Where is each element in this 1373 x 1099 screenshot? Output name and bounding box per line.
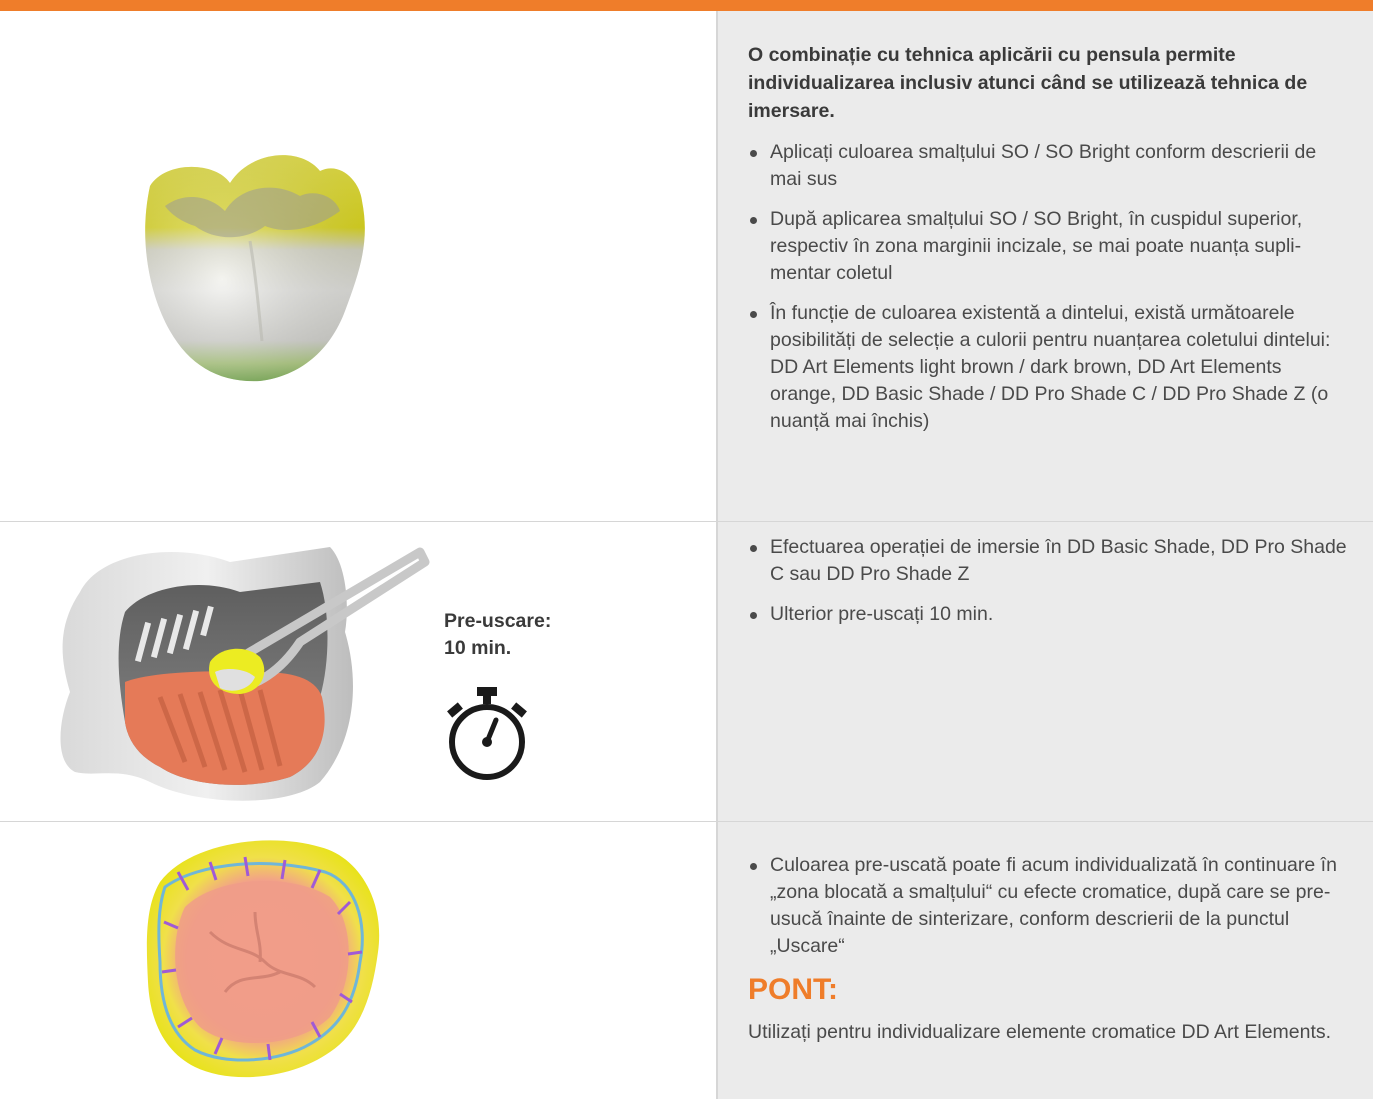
bullet-list-1: Aplicați culoarea smalțului SO / SO Brig…	[748, 139, 1351, 435]
list-item: Efectuarea operației de imersie în DD Ba…	[748, 534, 1351, 588]
stopwatch-icon	[447, 687, 527, 780]
list-item: După aplicarea smalțului SO / SO Bright,…	[748, 206, 1351, 287]
tip-text: Utilizați pentru individualizare element…	[748, 1021, 1332, 1043]
step-row-1: O combinație cu tehnica aplicării cu pen…	[0, 11, 1373, 521]
text-panel-2: Efectuarea operației de imersie în DD Ba…	[716, 522, 1373, 821]
tooth-occlusal-image	[146, 840, 380, 1078]
bullet-list-3: Culoarea pre-uscată poate fi acum indivi…	[748, 852, 1351, 960]
tip-title: PONT:	[748, 973, 838, 1006]
list-item: Ulterior pre-uscați 10 min.	[748, 601, 1351, 628]
illustration-panel-3	[0, 822, 716, 1099]
text-panel-1: O combinație cu tehnica aplicării cu pen…	[716, 11, 1373, 521]
list-item: Culoarea pre-uscată poate fi acum indivi…	[748, 852, 1351, 960]
predry-time: 10 min.	[444, 637, 512, 659]
predry-label: Pre-uscare:	[444, 610, 552, 632]
step-row-2: Pre-uscare: 10 min. Efectuarea operației…	[0, 522, 1373, 821]
top-accent-bar	[0, 0, 1373, 11]
illustration-panel-1	[0, 11, 716, 521]
list-item: Aplicați culoarea smalțului SO / SO Brig…	[748, 139, 1351, 193]
predry-label-block: Pre-uscare: 10 min.	[444, 608, 551, 662]
intro-text: O combinație cu tehnica aplicării cu pen…	[748, 44, 1308, 122]
illustration-panel-2: Pre-uscare: 10 min.	[0, 522, 716, 821]
step-row-3: Culoarea pre-uscată poate fi acum indivi…	[0, 822, 1373, 1099]
bullet-list-2: Efectuarea operației de imersie în DD Ba…	[748, 534, 1351, 628]
tooth-crown-image	[145, 155, 365, 382]
list-item: În funcție de culoarea existentă a dinte…	[748, 300, 1351, 435]
text-panel-3: Culoarea pre-uscată poate fi acum indivi…	[716, 822, 1373, 1099]
dipping-container-image	[60, 547, 430, 801]
